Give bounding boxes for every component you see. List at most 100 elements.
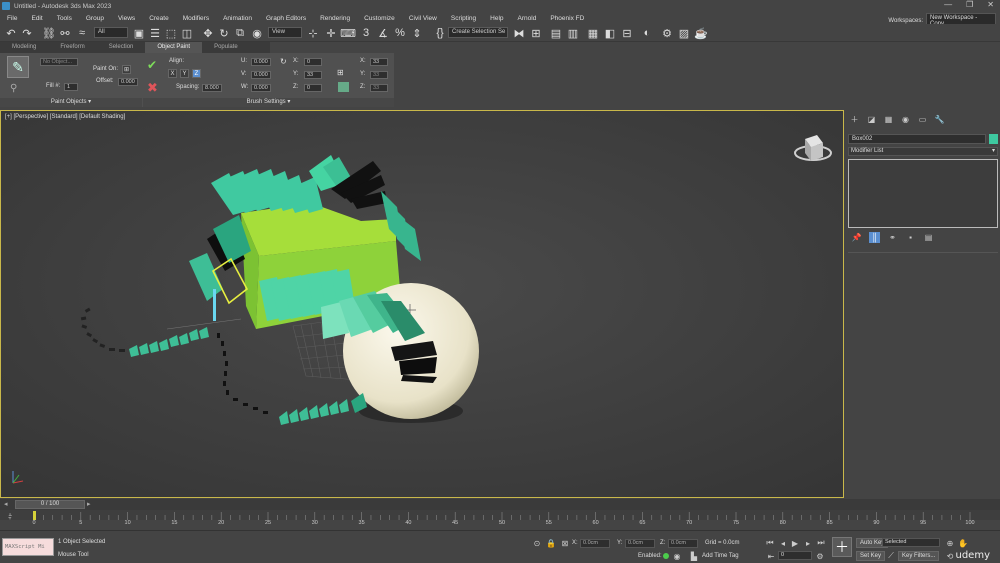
menu-tools[interactable]: Tools (50, 15, 79, 22)
rotation-y-field[interactable]: 33 (304, 71, 322, 79)
commit-check-icon[interactable]: ✔ (147, 58, 157, 72)
render-production-icon[interactable]: ☕ (694, 26, 708, 40)
menu-modifiers[interactable]: Modifiers (176, 15, 216, 22)
place-icon[interactable]: ◉ (250, 26, 264, 40)
offset-u-field[interactable]: 0.000 (251, 58, 271, 66)
rectangular-selection-icon[interactable]: ⬚ (164, 26, 178, 40)
fill-field[interactable]: 1 (64, 83, 78, 91)
mirror-icon[interactable]: ⧓ (512, 26, 526, 40)
z-coord-field[interactable]: 0.0cm (668, 539, 698, 548)
modifier-list-dropdown[interactable]: Modifier List ▾ (848, 147, 998, 156)
time-tag-icon[interactable]: ◉ (672, 551, 682, 561)
align-x-button[interactable]: X (168, 69, 177, 78)
menu-civil-view[interactable]: Civil View (402, 15, 444, 22)
scale-x-field[interactable]: 33 (370, 58, 388, 66)
y-coord-field[interactable]: 0.0cm (625, 539, 655, 548)
offset-w-field[interactable]: 0.000 (251, 84, 271, 92)
time-slider-prev-icon[interactable]: ◂ (4, 500, 8, 508)
paint-object-list[interactable]: No Object... (40, 58, 78, 66)
menu-graph-editors[interactable]: Graph Editors (259, 15, 313, 22)
modify-tab-icon[interactable]: ◪ (866, 114, 877, 125)
menu-group[interactable]: Group (79, 15, 111, 22)
selection-lock-icon[interactable]: 🔒 (546, 538, 556, 548)
paint-on-dropdown[interactable]: ⊞ (122, 65, 131, 74)
key-set-dropdown[interactable]: Selected (882, 538, 940, 547)
ribbon-toggle-icon[interactable]: ▦ (586, 26, 600, 40)
pan-view-icon[interactable]: ✋ (958, 538, 968, 548)
toggle-scene-explorer-icon[interactable]: ▤ (549, 26, 563, 40)
render-setup-icon[interactable]: ⚙ (660, 26, 674, 40)
orbit-icon[interactable]: ⟲ (945, 551, 955, 561)
pin-stack-icon[interactable]: 📌 (851, 232, 862, 243)
schematic-view-icon[interactable]: ⊟ (620, 26, 634, 40)
paint-brush-icon[interactable]: ✎ (7, 56, 29, 78)
align-z-button[interactable]: Z (192, 69, 201, 78)
key-mode-icon[interactable]: ⇤ (766, 551, 776, 561)
perspective-viewport[interactable]: [+] [Perspective] [Standard] [Default Sh… (0, 110, 844, 498)
tab-populate[interactable]: Populate (202, 42, 250, 53)
lock-scale-icon[interactable]: ⊞ (337, 68, 344, 77)
time-slider-next-icon[interactable]: ▸ (87, 500, 91, 508)
undo-icon[interactable]: ↶ (4, 26, 18, 40)
x-coord-field[interactable]: 0.0cm (580, 539, 610, 548)
menu-customize[interactable]: Customize (357, 15, 402, 22)
keyboard-shortcut-override-icon[interactable]: ⌨ (340, 26, 356, 40)
tab-selection[interactable]: Selection (97, 42, 146, 53)
offset-field[interactable]: 0.000 (118, 78, 138, 86)
viewport-label[interactable]: [+] [Perspective] [Standard] [Default Sh… (5, 114, 125, 120)
time-configuration-icon[interactable]: ⚙ (815, 551, 825, 561)
key-filters-button[interactable]: Key Filters... (898, 551, 940, 561)
select-object-icon[interactable]: ▣ (132, 26, 146, 40)
current-frame-field[interactable]: 0 (778, 551, 812, 560)
bind-space-warp-icon[interactable]: ≈ (75, 26, 89, 40)
object-name-field[interactable]: Box002 (848, 134, 986, 144)
menu-views[interactable]: Views (111, 15, 142, 22)
add-time-tag[interactable]: Add Time Tag (702, 553, 739, 559)
zoom-icon[interactable]: ⊕ (945, 538, 955, 548)
select-by-name-icon[interactable]: ☰ (148, 26, 162, 40)
set-key-button[interactable]: Set Key (856, 551, 886, 561)
rotation-x-field[interactable]: 0 (304, 58, 322, 66)
menu-animation[interactable]: Animation (216, 15, 259, 22)
reference-coordinate-dropdown[interactable]: View (268, 27, 302, 38)
modifier-stack[interactable] (848, 159, 998, 228)
motion-tab-icon[interactable]: ◉ (900, 114, 911, 125)
menu-create[interactable]: Create (142, 15, 176, 22)
minimize-button[interactable]: — (944, 0, 952, 9)
absolute-mode-icon[interactable]: ⊠ (560, 538, 570, 548)
redo-icon[interactable]: ↷ (20, 26, 34, 40)
curve-editor-icon[interactable]: ◧ (603, 26, 617, 40)
menu-edit[interactable]: Edit (24, 15, 49, 22)
unlink-icon[interactable]: ⚯ (58, 26, 72, 40)
tab-object-paint[interactable]: Object Paint (145, 42, 203, 53)
material-editor-icon[interactable]: ◐ (640, 26, 654, 40)
tab-freeform[interactable]: Freeform (48, 42, 96, 53)
maximize-button[interactable]: ❐ (966, 0, 973, 9)
default-in-out-tangents-icon[interactable]: ⟋ (886, 551, 896, 561)
menu-help[interactable]: Help (483, 15, 510, 22)
offset-v-field[interactable]: 0.000 (251, 71, 271, 79)
named-selection-set-dropdown[interactable]: Create Selection Se (448, 27, 508, 38)
object-color-swatch[interactable] (989, 134, 998, 144)
paint-objects-panel-label[interactable]: Paint Objects ▾ (0, 98, 142, 107)
brush-settings-panel-label[interactable]: Brush Settings ▾ (143, 98, 394, 107)
show-end-result-icon[interactable]: ║ (869, 232, 880, 243)
display-tab-icon[interactable]: ▭ (917, 114, 928, 125)
cancel-x-icon[interactable]: ✖ (147, 80, 158, 96)
angle-snap-icon[interactable]: ∡ (376, 26, 390, 40)
go-to-start-icon[interactable]: ⏮ (765, 538, 775, 548)
align-y-button[interactable]: Y (180, 69, 189, 78)
toggle-layer-explorer-icon[interactable]: ▥ (566, 26, 580, 40)
scale-y-field[interactable]: 33 (370, 71, 388, 79)
window-crossing-icon[interactable]: ◫ (180, 26, 194, 40)
edit-named-selection-icon[interactable]: {} (433, 26, 447, 40)
maxscript-listener[interactable]: MAXScript Mi (2, 538, 54, 556)
filter-icon[interactable]: ⫩ (8, 514, 12, 522)
scale-mode-icon[interactable] (338, 82, 349, 92)
hierarchy-tab-icon[interactable]: ▦ (883, 114, 894, 125)
previous-frame-icon[interactable]: ◂ (778, 538, 788, 548)
remove-modifier-icon[interactable]: ▪ (905, 232, 916, 243)
selection-filter-dropdown[interactable]: All (94, 27, 128, 38)
scale-z-field[interactable]: 33 (370, 84, 388, 92)
play-icon[interactable]: ▶ (790, 538, 800, 548)
